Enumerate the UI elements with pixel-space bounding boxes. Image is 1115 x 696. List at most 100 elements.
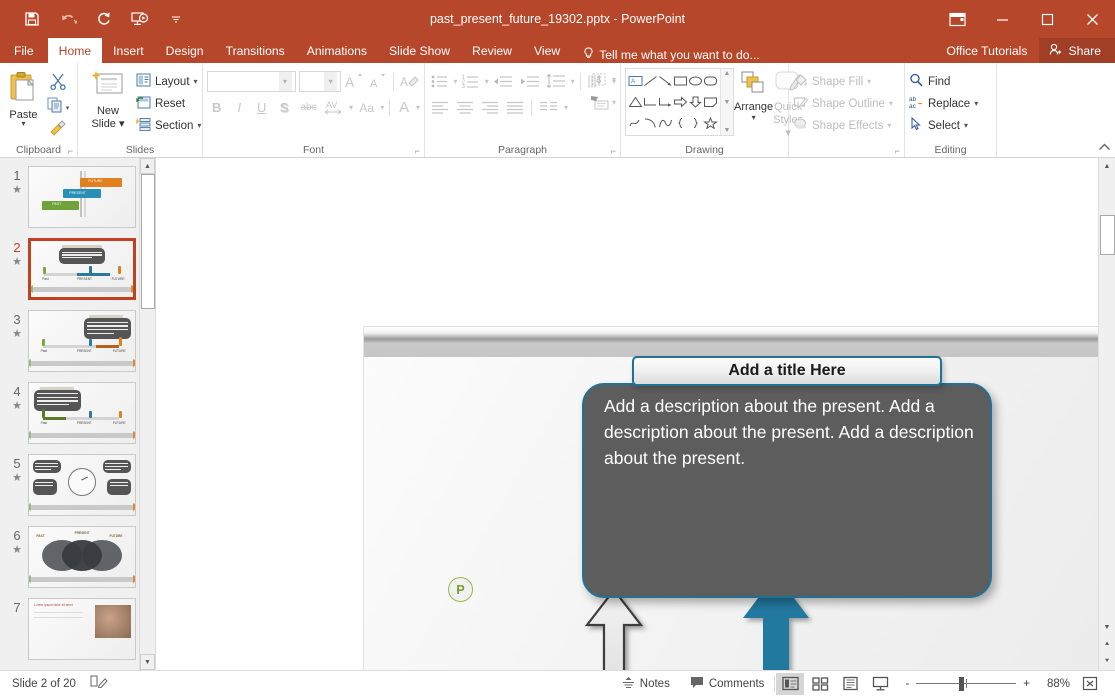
shapes-gallery[interactable]: A — [625, 68, 734, 136]
thumbnail-preview[interactable]: Past PRESENT FUTURE — [28, 238, 136, 300]
maximize-icon[interactable] — [1025, 0, 1070, 38]
shape-outline-chevron-down-icon[interactable]: ▾ — [889, 99, 893, 108]
section-button[interactable]: Section ▾ — [136, 116, 201, 135]
tab-slide-show[interactable]: Slide Show — [378, 38, 461, 63]
select-chevron-down-icon[interactable]: ▾ — [964, 121, 968, 130]
copy-chevron-down-icon[interactable]: ▾ — [66, 104, 70, 112]
thumbnail-scroll-up-icon[interactable]: ▲ — [140, 158, 155, 174]
arrange-button[interactable]: Arrange ▾ — [734, 68, 773, 121]
zoom-slider-handle[interactable] — [959, 677, 964, 691]
text-shadow-button[interactable]: S — [275, 97, 295, 118]
align-text-button[interactable] — [588, 69, 612, 90]
undo-icon[interactable] — [58, 9, 78, 29]
layout-chevron-down-icon[interactable]: ▾ — [194, 77, 198, 86]
shape-rectangle-icon[interactable] — [673, 71, 688, 92]
shape-fill-chevron-down-icon[interactable]: ▾ — [867, 77, 871, 86]
line-spacing-button[interactable] — [544, 71, 567, 92]
thumbnail-preview[interactable]: FUTURE PRESENT PAST — [28, 166, 136, 228]
align-right-button[interactable] — [479, 97, 501, 118]
shape-right-arrow-icon[interactable] — [673, 92, 688, 113]
font-name-input[interactable]: ▾ — [207, 71, 296, 92]
font-size-input[interactable]: ▾ — [299, 71, 342, 92]
tab-insert[interactable]: Insert — [102, 38, 154, 63]
font-name-chevron-down-icon[interactable]: ▾ — [279, 72, 292, 91]
cut-button[interactable] — [49, 72, 67, 95]
convert-to-smartart-button[interactable] — [588, 92, 612, 113]
thumbnail-preview[interactable]: Past PRESENT FUTURE — [28, 382, 136, 444]
thumbnail-scroll-thumb[interactable] — [141, 174, 155, 309]
shape-effects-chevron-down-icon[interactable]: ▾ — [887, 121, 891, 130]
shape-outline-button[interactable]: Shape Outline ▾ — [793, 94, 893, 113]
collapse-ribbon-icon[interactable] — [1098, 143, 1111, 155]
italic-button[interactable]: I — [230, 97, 250, 118]
bullets-chevron-down-icon[interactable]: ▾ — [453, 77, 457, 86]
share-button[interactable]: Share — [1039, 38, 1115, 63]
notes-button[interactable]: Notes — [612, 672, 680, 696]
font-dialog-launcher[interactable]: ⌐ — [415, 146, 420, 156]
shape-elbow-arrow-icon[interactable] — [658, 92, 673, 113]
shape-curve-icon[interactable] — [658, 112, 673, 133]
smartart-chevron-down-icon[interactable]: ▾ — [612, 98, 616, 107]
format-painter-button[interactable] — [49, 120, 67, 141]
clipboard-dialog-launcher[interactable]: ⌐ — [68, 146, 73, 156]
tab-file[interactable]: File — [0, 38, 48, 63]
gallery-scroll-down-icon[interactable]: ▼ — [724, 99, 731, 106]
zoom-control[interactable]: - + — [895, 677, 1040, 691]
minimize-icon[interactable] — [980, 0, 1025, 38]
thumbnail-preview[interactable]: Past PRESENT FUTURE — [28, 310, 136, 372]
bullets-button[interactable] — [429, 71, 450, 92]
bold-button[interactable]: B — [207, 97, 227, 118]
change-case-button[interactable]: Aa — [356, 97, 377, 118]
columns-chevron-down-icon[interactable]: ▾ — [564, 103, 568, 112]
slide-sorter-view-button[interactable] — [806, 673, 834, 695]
find-button[interactable]: Find — [909, 72, 978, 91]
shape-down-arrow-icon[interactable] — [688, 92, 703, 113]
list-item[interactable]: 5 ★ — [0, 454, 155, 526]
replace-button[interactable]: abac Replace ▾ — [909, 94, 978, 113]
shape-arrow-icon[interactable] — [658, 71, 673, 92]
section-chevron-down-icon[interactable]: ▾ — [197, 121, 201, 130]
start-presentation-icon[interactable] — [130, 9, 150, 29]
tab-design[interactable]: Design — [155, 38, 215, 63]
customize-quick-access-icon[interactable] — [166, 9, 186, 29]
slide-editing-area[interactable]: Add a title Here Add a description about… — [156, 158, 1115, 670]
underline-button[interactable]: U — [252, 97, 272, 118]
strikethrough-button[interactable]: abc — [297, 97, 320, 118]
shape-fill-button[interactable]: Shape Fill ▾ — [793, 72, 893, 91]
center-button[interactable] — [454, 97, 476, 118]
save-icon[interactable] — [22, 9, 42, 29]
arrange-chevron-down-icon[interactable]: ▾ — [752, 114, 756, 121]
list-item[interactable]: 7 Lorem ipsum dolor sit amet — [0, 598, 155, 670]
select-button[interactable]: Select ▾ — [909, 116, 978, 135]
shape-scribble-icon[interactable] — [628, 112, 643, 133]
character-spacing-button[interactable]: AV — [323, 97, 346, 118]
shape-elbow-connector-icon[interactable] — [643, 92, 658, 113]
tab-review[interactable]: Review — [461, 38, 523, 63]
paste-button[interactable]: Paste ▾ — [4, 68, 43, 141]
next-slide-icon[interactable]: ⯆ — [1100, 653, 1115, 670]
shape-line-icon[interactable] — [643, 71, 658, 92]
slide-body-placeholder[interactable]: Add a description about the present. Add… — [604, 393, 984, 471]
copy-button[interactable] — [47, 97, 64, 118]
drawing-dialog-launcher[interactable]: ⌐ — [895, 146, 900, 156]
shape-arc-icon[interactable] — [643, 112, 658, 133]
language-proofing-icon[interactable] — [90, 674, 108, 693]
shape-effects-button[interactable]: Shape Effects ▾ — [793, 116, 893, 135]
list-item[interactable]: 4 ★ — [0, 382, 155, 454]
zoom-percentage[interactable]: 88% — [1040, 678, 1070, 690]
align-text-chevron-down-icon[interactable]: ▾ — [612, 75, 616, 84]
editor-scroll-up-icon[interactable]: ▲ — [1100, 158, 1115, 175]
list-item[interactable]: 3 ★ — [0, 310, 155, 382]
slide-thumbnail-pane[interactable]: 1 ★ FUTURE PRESENT PAST — [0, 158, 156, 670]
thumbnail-scrollbar[interactable]: ▲ ▼ — [139, 158, 155, 670]
increase-font-size-button[interactable]: A — [344, 71, 365, 92]
list-item[interactable]: 1 ★ FUTURE PRESENT PAST — [0, 166, 155, 238]
shape-rounded-rect-icon[interactable] — [703, 71, 718, 92]
previous-slide-icon[interactable]: ⯅ — [1100, 636, 1115, 653]
tab-home[interactable]: Home — [48, 38, 103, 63]
numbering-chevron-down-icon[interactable]: ▾ — [485, 77, 489, 86]
tell-me-box[interactable]: Tell me what you want to do... — [583, 47, 760, 63]
tab-transitions[interactable]: Transitions — [215, 38, 296, 63]
list-item[interactable]: 6 ★ PAST PRESENT FUTURE — [0, 526, 155, 598]
gallery-more-icon[interactable]: ▼ — [724, 127, 731, 134]
